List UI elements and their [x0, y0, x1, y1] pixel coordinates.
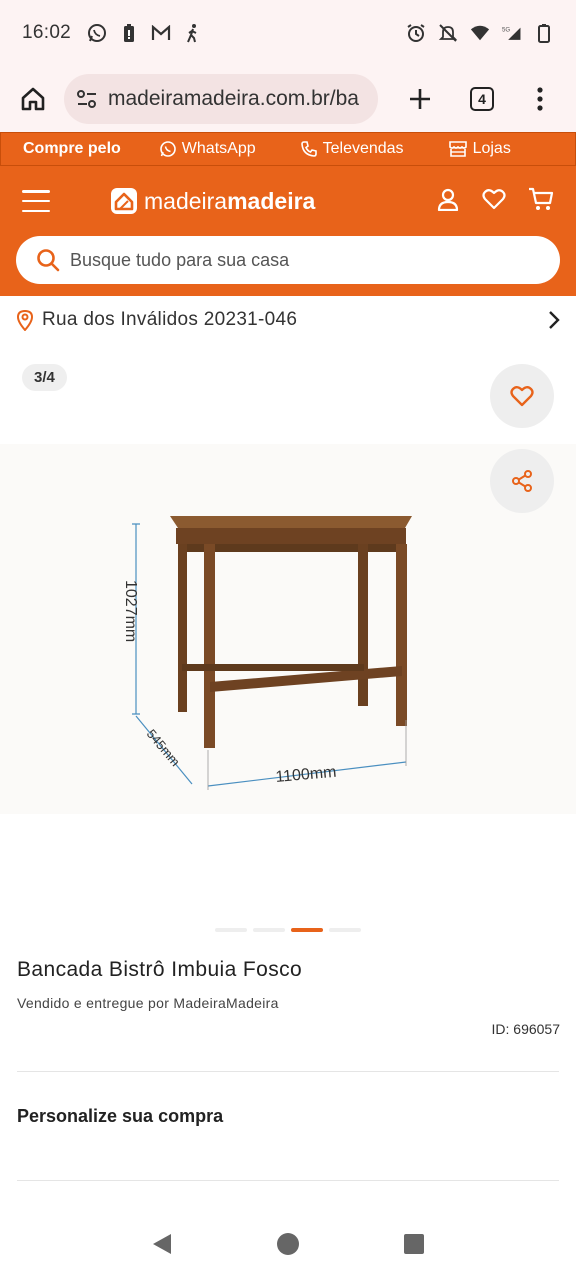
site-logo[interactable]: madeiramadeira [110, 187, 315, 215]
product-gallery[interactable]: 3/4 1027mm 545mm 1100mm [0, 344, 576, 940]
mute-icon [438, 23, 458, 43]
home-button[interactable] [14, 80, 52, 118]
search-input[interactable]: Busque tudo para sua casa [16, 236, 560, 284]
url-bar[interactable]: madeiramadeira.com.br/ba [64, 74, 378, 124]
home-nav-button[interactable] [276, 1232, 300, 1261]
new-tab-button[interactable] [400, 79, 440, 119]
gallery-dot[interactable] [329, 928, 361, 932]
gallery-pagination [0, 928, 576, 932]
cart-button[interactable] [528, 187, 554, 216]
favorite-button[interactable] [490, 364, 554, 428]
product-image: 1027mm 545mm 1100mm [122, 516, 412, 790]
wishlist-button[interactable] [482, 188, 506, 215]
system-nav-bar [0, 1212, 576, 1280]
share-icon [512, 470, 532, 492]
alarm-icon [406, 23, 426, 43]
share-button[interactable] [490, 449, 554, 513]
chevron-right-icon [549, 311, 560, 329]
hamburger-line [22, 209, 50, 212]
gallery-dot-active[interactable] [291, 928, 323, 932]
lojas-label: Lojas [472, 140, 511, 157]
status-time: 16:02 [22, 22, 72, 43]
hamburger-line [22, 190, 50, 193]
whatsapp-icon [87, 23, 107, 43]
tab-switcher-button[interactable]: 4 [462, 79, 502, 119]
heart-icon [510, 386, 534, 407]
gmail-icon [151, 23, 171, 43]
image-counter: 3/4 [22, 364, 67, 391]
logo-text-regular: madeira [144, 187, 228, 214]
dimension-width-label: 1100mm [275, 764, 337, 786]
back-button[interactable] [151, 1233, 173, 1260]
status-right-icons: 5G [406, 23, 554, 43]
heart-icon [482, 188, 506, 209]
dimension-depth-label: 545mm [144, 726, 183, 769]
divider [17, 1071, 559, 1072]
account-button[interactable] [436, 187, 460, 216]
divider [17, 1180, 559, 1181]
more-vert-icon [537, 87, 543, 111]
site-settings-icon[interactable] [76, 89, 98, 109]
browser-toolbar: madeiramadeira.com.br/ba 4 [0, 66, 576, 132]
phone-icon [300, 141, 317, 157]
battery-icon [534, 23, 554, 43]
browser-menu-button[interactable] [520, 79, 560, 119]
televendas-link[interactable]: Televendas [300, 140, 404, 158]
cart-icon [529, 187, 554, 210]
signal-5g-icon: 5G [502, 23, 522, 43]
store-icon [448, 141, 467, 157]
site-header: madeiramadeira Busque tudo para sua casa [0, 166, 576, 296]
product-id: ID: 696057 [491, 1021, 561, 1037]
logo-house-icon [111, 188, 137, 214]
wifi-icon [470, 23, 490, 43]
search-icon [37, 249, 60, 272]
recents-button[interactable] [403, 1233, 425, 1260]
contact-strip: Compre pelo WhatsApp Televendas Lojas [0, 132, 576, 166]
whatsapp-link[interactable]: WhatsApp [159, 140, 256, 158]
walking-icon [183, 23, 203, 43]
recents-square-icon [403, 1233, 424, 1254]
svg-text:5G: 5G [502, 26, 510, 33]
status-left-icons [87, 23, 203, 43]
televendas-label: Televendas [322, 140, 404, 157]
hamburger-line [22, 199, 50, 203]
delivery-address-row[interactable]: Rua dos Inválidos 20231-046 [0, 296, 576, 344]
product-title: Bancada Bistrô Imbuia Fosco [17, 958, 303, 981]
battery-saver-icon [119, 23, 139, 43]
compre-pelo-label: Compre pelo [23, 140, 121, 157]
back-triangle-icon [153, 1233, 172, 1254]
tab-count: 4 [470, 87, 494, 111]
search-placeholder: Busque tudo para sua casa [70, 249, 290, 270]
user-icon [437, 188, 459, 211]
location-pin-icon [16, 309, 34, 331]
gallery-dot[interactable] [253, 928, 285, 932]
dimension-height-label: 1027mm [122, 580, 139, 642]
personalize-heading: Personalize sua compra [17, 1106, 224, 1126]
address-text: Rua dos Inválidos 20231-046 [42, 309, 298, 330]
plus-icon [410, 89, 430, 109]
seller-info: Vendido e entregue por MadeiraMadeira [17, 995, 279, 1011]
url-text: madeiramadeira.com.br/ba [108, 87, 359, 110]
logo-text-bold: madeira [227, 187, 316, 214]
whatsapp-icon [159, 141, 176, 157]
gallery-dot[interactable] [215, 928, 247, 932]
home-circle-icon [276, 1232, 299, 1255]
whatsapp-label: WhatsApp [181, 140, 256, 157]
home-icon [21, 87, 45, 111]
menu-button[interactable] [22, 190, 50, 212]
lojas-link[interactable]: Lojas [448, 140, 511, 158]
status-bar: 16:02 5G [0, 0, 576, 66]
